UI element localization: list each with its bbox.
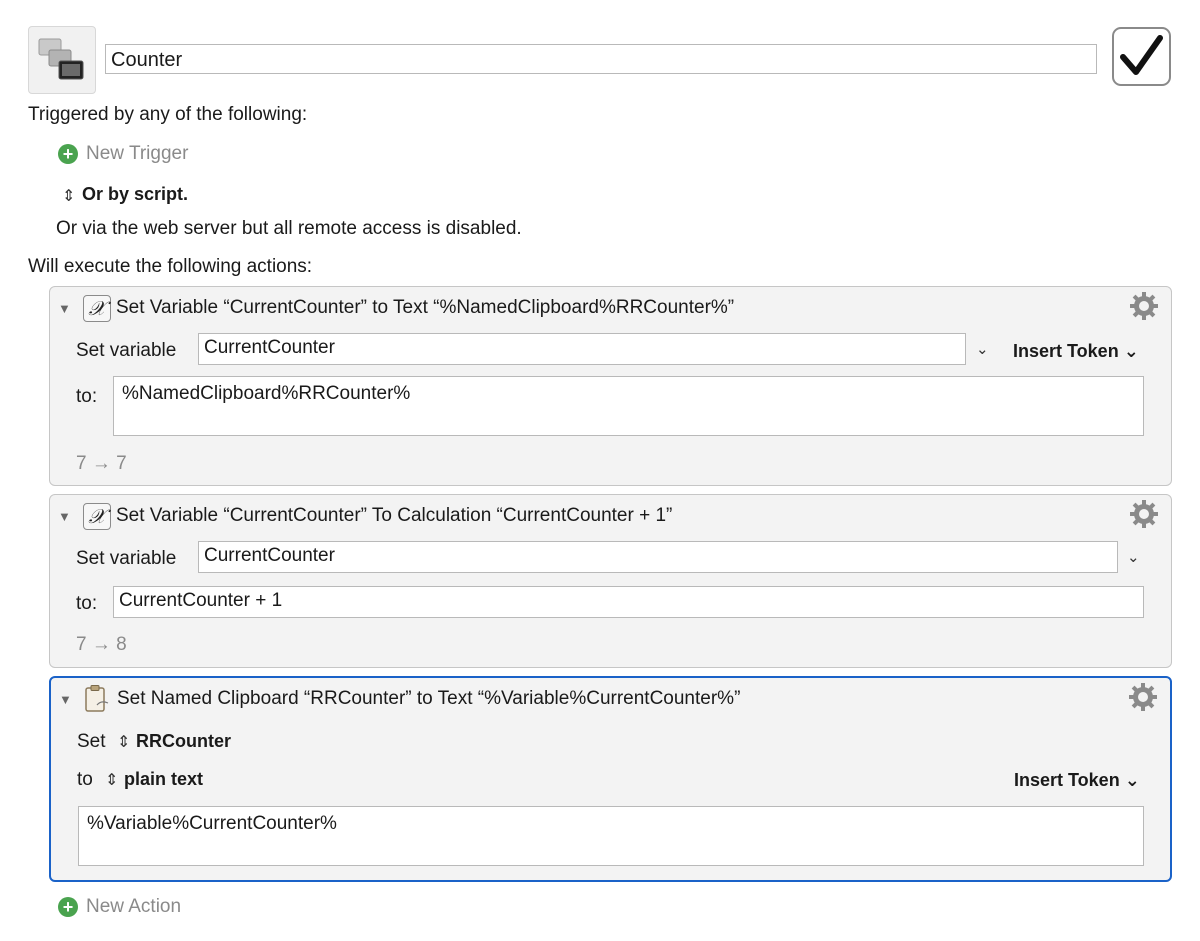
macro-group-icon[interactable]: [28, 26, 96, 94]
variable-x-icon: 𝒳: [83, 503, 111, 530]
web-server-note: Or via the web server but all remote acc…: [56, 218, 522, 239]
new-action-button[interactable]: New Action: [86, 896, 181, 918]
checkmark-icon: [1120, 35, 1163, 75]
action-title: Set Variable “CurrentCounter” To Calcula…: [116, 505, 673, 526]
set-variable-label: Set variable: [76, 548, 177, 569]
add-icon[interactable]: +: [58, 897, 78, 917]
insert-token-button[interactable]: Insert Token ⌄: [1013, 341, 1139, 362]
enable-checkbox[interactable]: [1112, 27, 1171, 86]
actions-heading: Will execute the following actions:: [28, 256, 313, 277]
action-title: Set Named Clipboard “RRCounter” to Text …: [117, 688, 741, 709]
add-icon[interactable]: +: [58, 144, 78, 164]
disclosure-triangle-icon[interactable]: ▼: [59, 692, 72, 707]
action-title: Set Variable “CurrentCounter” to Text “%…: [116, 297, 735, 318]
calculation-field[interactable]: CurrentCounter + 1: [113, 586, 1144, 618]
triggers-heading: Triggered by any of the following:: [28, 104, 308, 125]
to-label: to: [77, 769, 93, 790]
gear-icon[interactable]: [1129, 499, 1159, 529]
result-preview: 7 → 7: [76, 453, 127, 474]
up-down-arrows-icon[interactable]: ⇕: [62, 186, 75, 206]
set-label: Set: [77, 731, 106, 752]
result-preview: 7 → 8: [76, 634, 127, 655]
action-set-named-clipboard[interactable]: ▼ Set Named Clipboard “RRCounter” to Tex…: [49, 676, 1172, 882]
action-set-variable-calculation[interactable]: ▼ 𝒳 Set Variable “CurrentCounter” To Cal…: [49, 494, 1172, 668]
to-label: to:: [76, 593, 98, 614]
variable-name-field[interactable]: CurrentCounter: [198, 541, 1118, 573]
disclosure-triangle-icon[interactable]: ▼: [58, 301, 71, 316]
gear-icon[interactable]: [1129, 291, 1159, 321]
variable-name-field[interactable]: CurrentCounter: [198, 333, 966, 365]
gear-icon[interactable]: [1128, 682, 1158, 712]
variable-x-icon: 𝒳: [83, 295, 111, 322]
clipboard-name-popup[interactable]: RRCounter: [136, 731, 231, 752]
action-set-variable-text[interactable]: ▼ 𝒳 Set Variable “CurrentCounter” to Tex…: [49, 286, 1172, 486]
chevron-down-icon[interactable]: ⌄: [976, 340, 989, 358]
new-trigger-button[interactable]: New Trigger: [86, 143, 188, 165]
text-value-field[interactable]: %Variable%CurrentCounter%: [78, 806, 1144, 866]
macro-name-field[interactable]: Counter: [105, 44, 1097, 74]
up-down-arrows-icon[interactable]: ⇕: [117, 732, 130, 752]
up-down-arrows-icon[interactable]: ⇕: [105, 770, 118, 790]
to-label: to:: [76, 386, 98, 407]
clipboard-icon: [85, 685, 109, 712]
disclosure-triangle-icon[interactable]: ▼: [58, 509, 71, 524]
set-variable-label: Set variable: [76, 340, 177, 361]
or-by-script-popup[interactable]: Or by script.: [82, 184, 188, 205]
text-value-field[interactable]: %NamedClipboard%RRCounter%: [113, 376, 1144, 436]
insert-token-button[interactable]: Insert Token ⌄: [1014, 770, 1140, 791]
format-popup[interactable]: plain text: [124, 769, 203, 790]
chevron-down-icon[interactable]: ⌄: [1127, 548, 1140, 566]
